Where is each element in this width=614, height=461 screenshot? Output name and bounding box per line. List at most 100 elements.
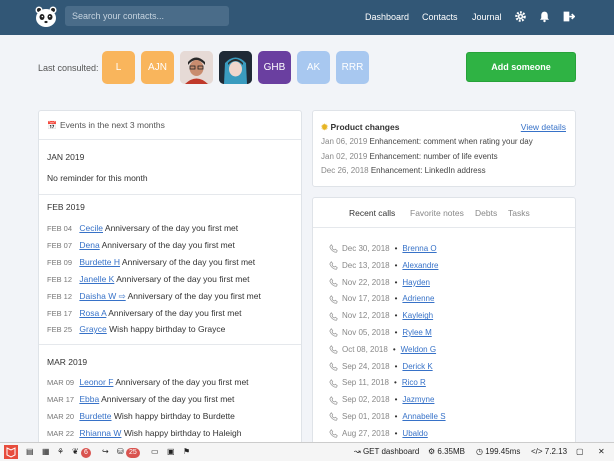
nav-dashboard[interactable]: Dashboard bbox=[365, 12, 409, 22]
separator: • bbox=[394, 260, 398, 270]
phone-icon bbox=[329, 244, 338, 254]
event-text: Anniversary of the day you first met bbox=[115, 377, 249, 387]
contact-avatar-photo[interactable] bbox=[219, 51, 252, 84]
tab-favorite-notes[interactable]: Favorite notes bbox=[410, 208, 464, 218]
database-icon[interactable]: ⛁ 25 bbox=[117, 447, 140, 458]
timeline-icon[interactable]: ▦ bbox=[42, 447, 50, 456]
maximize-icon[interactable]: ▢ bbox=[576, 447, 584, 456]
panda-logo-icon[interactable] bbox=[34, 5, 58, 29]
close-icon[interactable]: ✕ bbox=[598, 447, 605, 456]
contact-link[interactable]: Annabelle S bbox=[402, 412, 445, 421]
tab-recent-calls[interactable]: Recent calls bbox=[349, 208, 395, 218]
count-badge: 6 bbox=[80, 448, 91, 458]
bell-icon[interactable] bbox=[538, 10, 551, 23]
contact-link[interactable]: Janelle K bbox=[79, 274, 114, 284]
call-date: Oct 08, 2018 bbox=[342, 344, 388, 354]
events-title: Events in the next 3 months bbox=[59, 120, 165, 130]
contact-avatar[interactable]: AJN bbox=[141, 51, 174, 84]
call-row: Dec 30, 2018 • Brenna O bbox=[329, 244, 437, 254]
product-changes-heading: Product changes bbox=[330, 122, 400, 132]
event-row: FEB 04 Cecile Anniversary of the day you… bbox=[47, 223, 238, 233]
contact-avatar[interactable]: GHB bbox=[258, 51, 291, 84]
tab-debts[interactable]: Debts bbox=[475, 208, 497, 218]
contact-link[interactable]: Grayce bbox=[79, 324, 106, 334]
change-text: Enhancement: number of life events bbox=[369, 152, 498, 161]
event-text: Anniversary of the day you first met bbox=[121, 257, 256, 267]
separator: • bbox=[394, 277, 398, 287]
version-text: 7.2.13 bbox=[544, 447, 568, 456]
contact-link[interactable]: Derick K bbox=[402, 362, 432, 371]
tree-icon[interactable]: ⚘ bbox=[57, 447, 64, 456]
event-row: FEB 12 Daisha W ⇨ Anniversary of the day… bbox=[47, 291, 261, 302]
contact-link[interactable]: Rhianna W bbox=[79, 428, 121, 438]
month-heading: JAN 2019 bbox=[47, 152, 85, 162]
view-details-link[interactable]: View details bbox=[521, 122, 566, 132]
call-row: Sep 01, 2018 • Annabelle S bbox=[329, 412, 446, 422]
contact-link[interactable]: Daisha W ⇨ bbox=[79, 291, 125, 301]
contact-link[interactable]: Adrienne bbox=[402, 294, 434, 303]
mail-icon[interactable]: ▭ bbox=[151, 447, 159, 456]
contact-link[interactable]: Burdette bbox=[79, 411, 111, 421]
contact-avatar[interactable]: L bbox=[102, 51, 135, 84]
nav-journal[interactable]: Journal bbox=[472, 12, 502, 22]
gear-icon[interactable] bbox=[514, 10, 527, 23]
contact-link[interactable]: Dena bbox=[79, 240, 99, 250]
contact-link[interactable]: Hayden bbox=[402, 278, 430, 287]
calendar-icon: 📅 bbox=[47, 120, 57, 130]
contact-link[interactable]: Rosa A bbox=[79, 308, 106, 318]
contact-avatar[interactable]: AK bbox=[297, 51, 330, 84]
php-version-info[interactable]: </> 7.2.13 bbox=[531, 447, 567, 456]
contact-link[interactable]: Jazmyne bbox=[402, 395, 434, 404]
route-icon[interactable]: ↪ bbox=[102, 447, 109, 456]
separator: • bbox=[394, 328, 398, 337]
query-count-badge: 25 bbox=[125, 448, 140, 458]
search-input[interactable] bbox=[65, 6, 229, 26]
event-date: FEB 04 bbox=[47, 224, 73, 233]
event-row: FEB 25 Grayce Wish happy birthday to Gra… bbox=[47, 324, 225, 334]
time-info[interactable]: ◷ 199.45ms bbox=[476, 447, 520, 456]
contact-avatar[interactable]: RRR bbox=[336, 51, 369, 84]
event-row: FEB 17 Rosa A Anniversary of the day you… bbox=[47, 308, 241, 318]
event-row: FEB 12 Janelle K Anniversary of the day … bbox=[47, 274, 249, 284]
memory-info[interactable]: ⚙ 6.35MB bbox=[428, 447, 465, 456]
contact-link[interactable]: Rylee M bbox=[402, 328, 431, 337]
tags-icon[interactable]: ⚑ bbox=[183, 447, 190, 456]
separator: • bbox=[394, 428, 398, 438]
route-info[interactable]: ↝ GET dashboard bbox=[354, 447, 419, 456]
call-date: Sep 02, 2018 bbox=[342, 395, 390, 405]
contact-link[interactable]: Cecile bbox=[79, 223, 103, 233]
contact-link[interactable]: Burdette H bbox=[79, 257, 120, 267]
recent-calls-panel: Recent calls Favorite notes Debts Tasks … bbox=[312, 197, 576, 450]
event-date: MAR 09 bbox=[47, 378, 75, 387]
contact-link[interactable]: Brenna O bbox=[402, 244, 436, 253]
event-text: Anniversary of the day you first met bbox=[116, 274, 250, 284]
change-date: Dec 26, 2018 bbox=[321, 166, 369, 175]
nav-contacts[interactable]: Contacts bbox=[422, 12, 458, 22]
call-date: Dec 30, 2018 bbox=[342, 244, 390, 253]
contact-link[interactable]: Kayleigh bbox=[402, 311, 433, 320]
laravel-logo-icon[interactable] bbox=[4, 445, 18, 459]
cache-icon[interactable]: ▣ bbox=[167, 447, 175, 456]
contact-link[interactable]: Ubaldo bbox=[402, 429, 427, 438]
route-text: GET dashboard bbox=[362, 447, 420, 456]
event-date: FEB 17 bbox=[47, 309, 73, 318]
contact-avatar-photo[interactable] bbox=[180, 51, 213, 84]
leaf-icon[interactable]: ❦ 6 bbox=[72, 447, 91, 458]
month-heading: FEB 2019 bbox=[47, 202, 85, 212]
contact-link[interactable]: Alexandre bbox=[402, 261, 438, 270]
separator: • bbox=[394, 361, 398, 371]
contact-link[interactable]: Leonor F bbox=[79, 377, 113, 387]
call-row: Aug 27, 2018 • Ubaldo bbox=[329, 429, 428, 438]
contact-link[interactable]: Weldon G bbox=[401, 345, 436, 354]
add-someone-button[interactable]: Add someone bbox=[466, 52, 576, 82]
contact-link[interactable]: Ebba bbox=[79, 394, 99, 404]
logout-icon[interactable] bbox=[562, 10, 575, 23]
separator: • bbox=[394, 294, 398, 304]
last-consulted-label: Last consulted: bbox=[38, 63, 99, 73]
messages-icon[interactable]: ▤ bbox=[26, 447, 34, 456]
person-photo-icon bbox=[219, 51, 252, 84]
contact-link[interactable]: Rico R bbox=[402, 378, 426, 387]
event-date: FEB 12 bbox=[47, 292, 73, 301]
tab-tasks[interactable]: Tasks bbox=[508, 208, 530, 218]
event-row: FEB 07 Dena Anniversary of the day you f… bbox=[47, 240, 235, 250]
